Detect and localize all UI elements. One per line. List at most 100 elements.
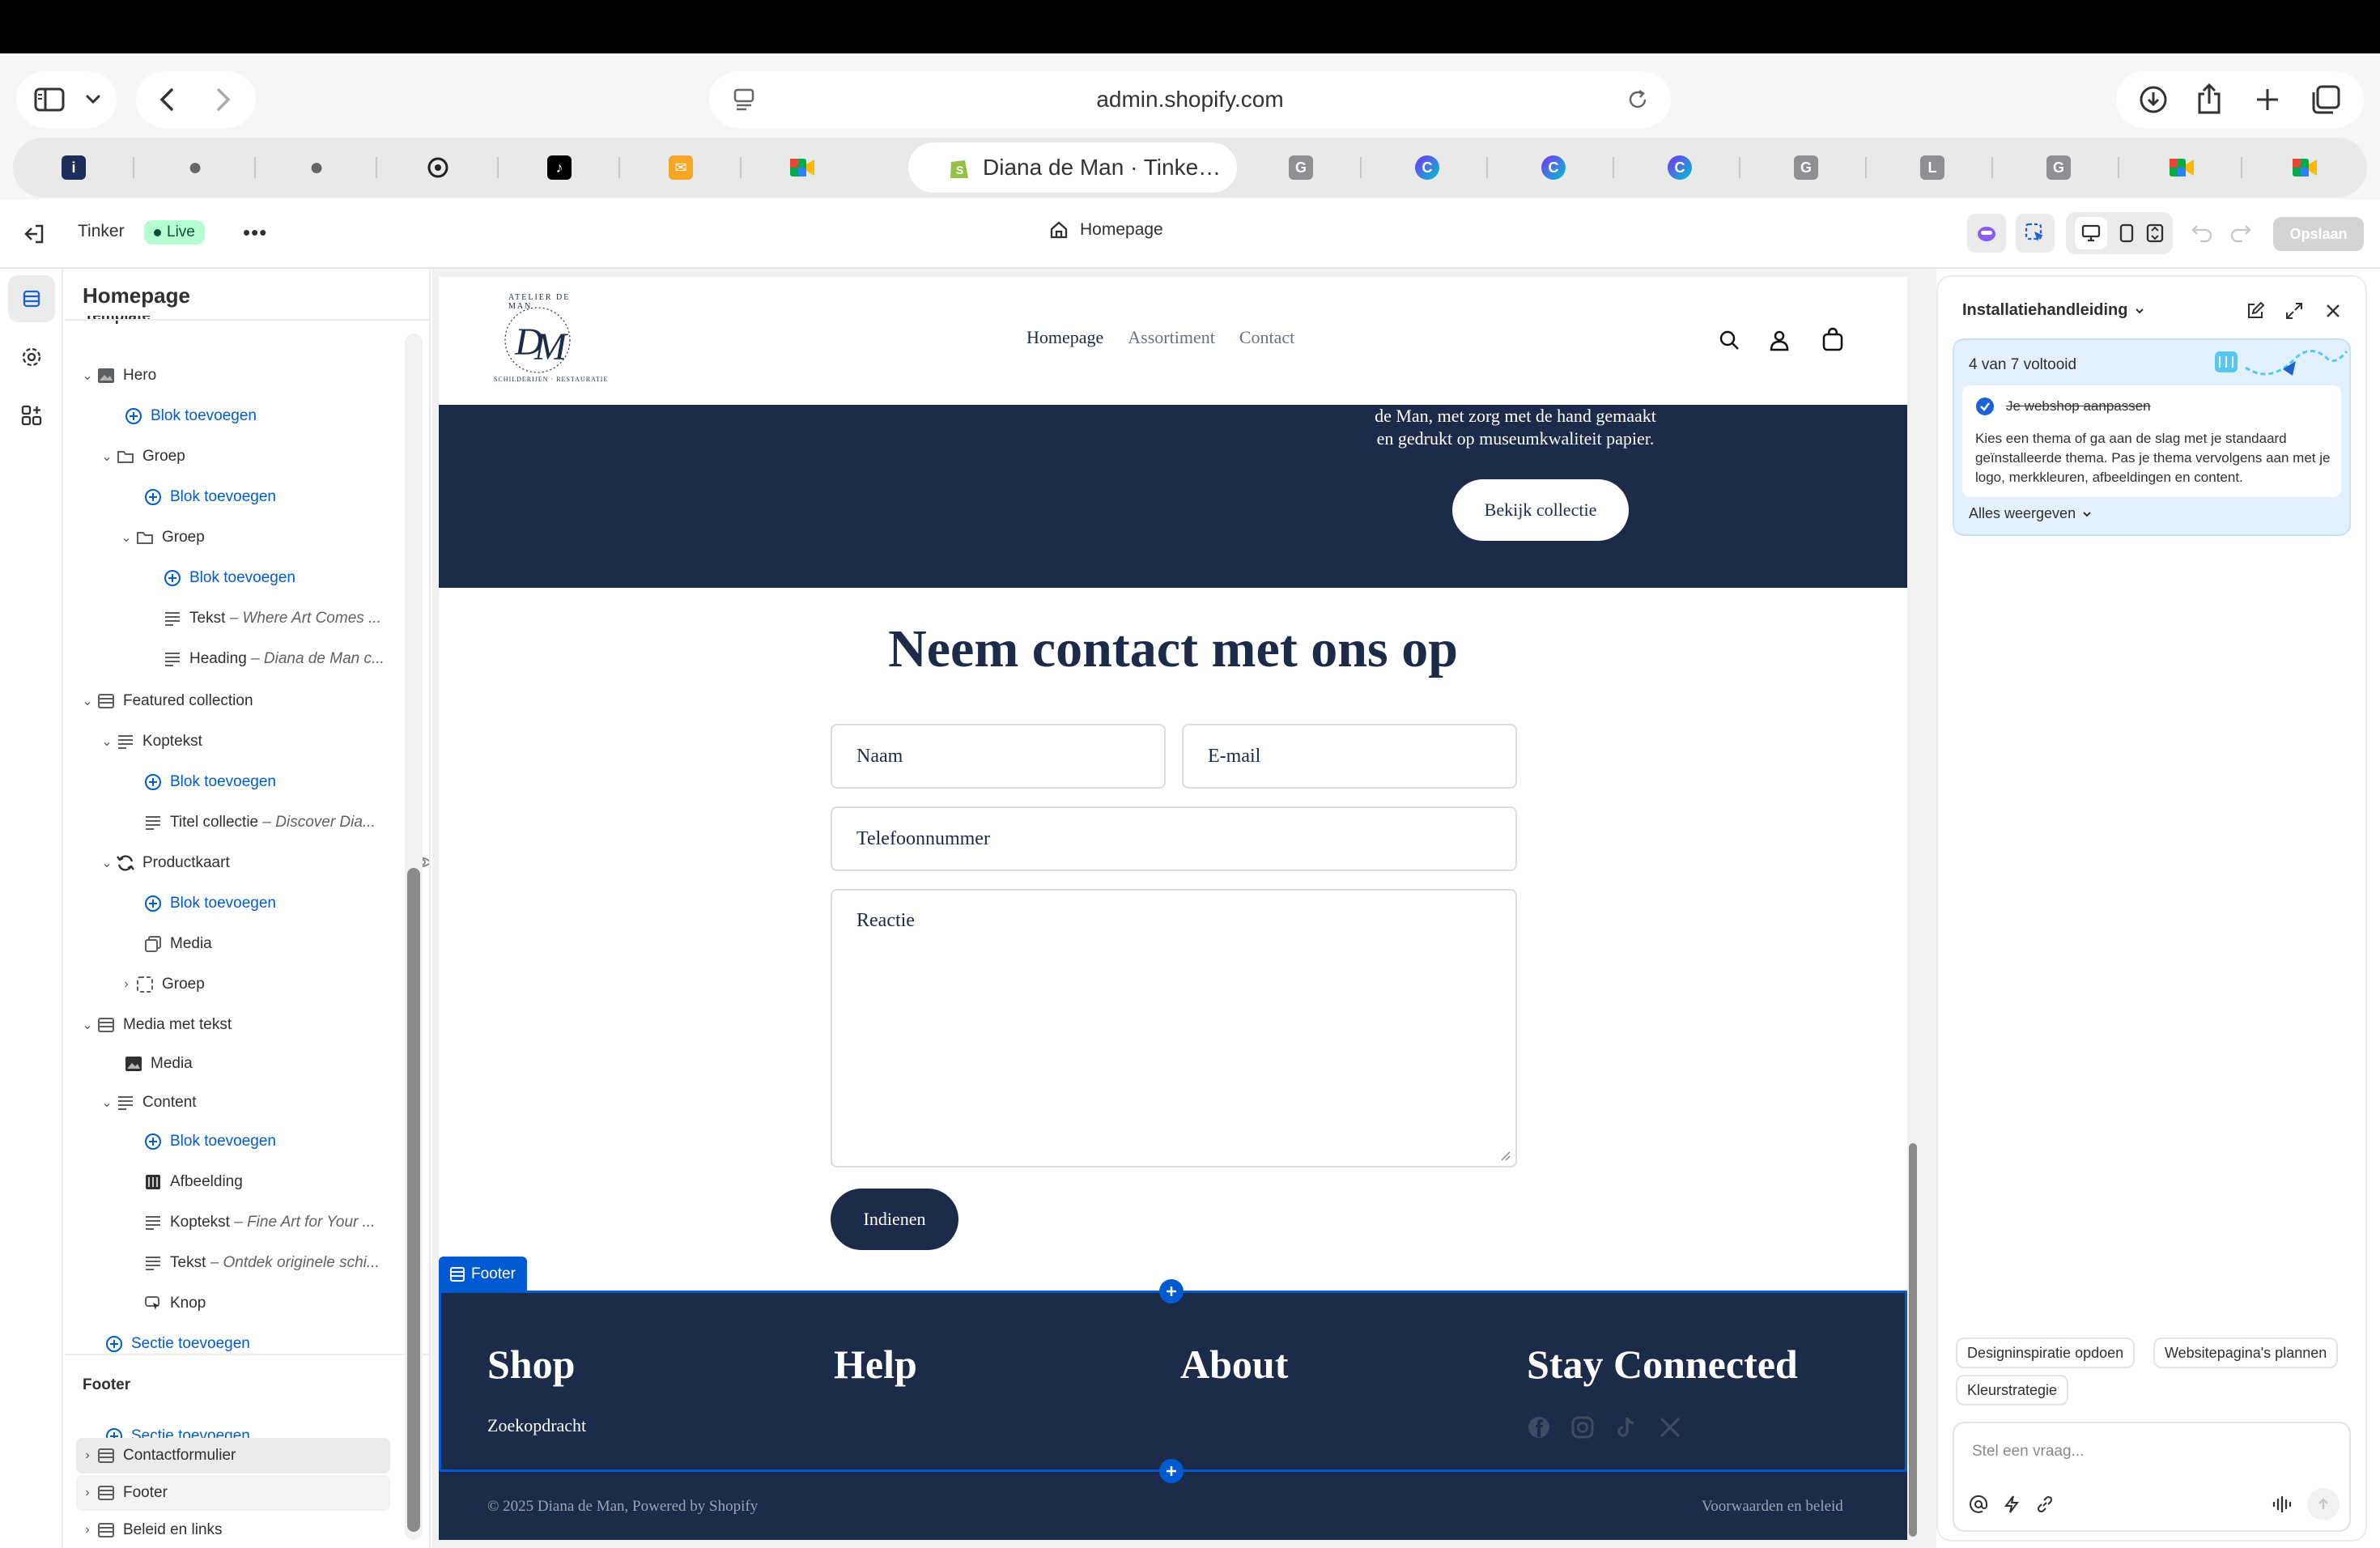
tab-17[interactable] xyxy=(2244,138,2365,198)
active-tab[interactable]: S Diana de Man · Tinke… xyxy=(908,142,1237,193)
tab-1[interactable]: i xyxy=(13,138,134,198)
tab-11[interactable]: C xyxy=(1493,138,1614,198)
expand-icon[interactable] xyxy=(2284,301,2304,321)
sidekick-button[interactable] xyxy=(1967,214,2006,253)
new-tab-icon[interactable] xyxy=(2254,86,2281,113)
guide-task-card[interactable]: Je webshop aanpassen Kies een thema of g… xyxy=(1962,385,2341,497)
account-icon[interactable] xyxy=(1768,329,1791,351)
tab-10[interactable]: C xyxy=(1366,138,1488,198)
tree-add-block[interactable]: Blok toevoegen xyxy=(123,398,429,434)
ask-input-box[interactable]: Stel een vraag... xyxy=(1953,1422,2351,1532)
tree-media[interactable]: Media xyxy=(123,1046,429,1082)
tab-14[interactable]: L xyxy=(1872,138,1993,198)
footer-selection-tag[interactable]: Footer xyxy=(439,1257,527,1292)
tree-group[interactable]: › Groep xyxy=(118,967,429,1002)
add-section-below-button[interactable] xyxy=(1159,1459,1184,1483)
tree-knop[interactable]: Knop xyxy=(142,1286,429,1321)
chevron-right-icon[interactable]: › xyxy=(118,977,134,992)
chevron-down-icon[interactable]: ⌄ xyxy=(99,855,115,871)
page-selector[interactable]: Homepage xyxy=(1049,220,1163,240)
nav-contact[interactable]: Contact xyxy=(1239,327,1294,348)
tree-add-block[interactable]: Blok toevoegen xyxy=(162,560,429,596)
sections-button[interactable] xyxy=(8,275,55,322)
guide-dropdown[interactable]: Installatiehandleiding xyxy=(1962,301,2145,320)
hero-cta-button[interactable]: Bekijk collectie xyxy=(1452,479,1629,541)
chip-design-inspiration[interactable]: Designinspiratie opdoen xyxy=(1956,1337,2136,1368)
theme-name[interactable]: Tinker xyxy=(78,222,125,241)
show-all-link[interactable]: Alles weergeven xyxy=(1969,505,2092,522)
footer-link-search[interactable]: Zoekopdracht xyxy=(487,1415,586,1436)
tab-6[interactable]: ✉ xyxy=(620,138,742,198)
chevron-right-icon[interactable]: › xyxy=(79,1523,96,1537)
tree-scrollbar-track[interactable] xyxy=(405,334,423,1540)
instagram-icon[interactable] xyxy=(1570,1415,1595,1440)
fullwidth-icon[interactable] xyxy=(2146,223,2164,243)
download-icon[interactable] xyxy=(2139,85,2168,114)
chevron-right-icon[interactable]: › xyxy=(79,1486,96,1500)
email-field[interactable]: E-mail xyxy=(1182,724,1517,789)
tab-13[interactable]: G xyxy=(1745,138,1867,198)
page-menu-icon[interactable] xyxy=(732,87,756,112)
chevron-down-icon[interactable]: ⌄ xyxy=(79,1017,96,1033)
policies-link[interactable]: Voorwaarden en beleid xyxy=(1702,1498,1843,1516)
ask-input[interactable]: Stel een vraag... xyxy=(1972,1443,2084,1461)
link-icon[interactable] xyxy=(2035,1495,2055,1514)
tree-content[interactable]: ⌄ Content xyxy=(99,1085,423,1121)
chevron-down-icon[interactable]: ⌄ xyxy=(99,449,115,465)
tab-overview-icon[interactable] xyxy=(2310,84,2341,115)
chevron-down-icon[interactable] xyxy=(84,91,102,108)
tree-add-section[interactable]: Sectie toevoegen xyxy=(104,1326,427,1362)
tree-footer[interactable]: › Footer xyxy=(79,1475,403,1511)
chevron-down-icon[interactable]: ⌄ xyxy=(79,368,96,384)
tree-media-met-tekst[interactable]: ⌄ Media met tekst xyxy=(79,1007,403,1043)
tree-productkaart[interactable]: ⌄ Productkaart xyxy=(99,845,429,881)
tab-4[interactable] xyxy=(377,138,499,198)
chevron-down-icon[interactable]: ⌄ xyxy=(99,734,115,750)
tree-heading[interactable]: Heading – Diana de Man c... xyxy=(162,641,429,677)
submit-button[interactable]: Indienen xyxy=(831,1189,958,1250)
redo-icon[interactable] xyxy=(2229,222,2252,243)
cart-icon[interactable] xyxy=(1821,327,1844,351)
tree-koptekst[interactable]: Koptekst – Fine Art for Your ... xyxy=(142,1205,429,1240)
inspector-button[interactable] xyxy=(2016,214,2055,253)
voice-icon[interactable] xyxy=(2272,1495,2293,1514)
share-icon[interactable] xyxy=(2195,83,2223,115)
tab-16[interactable] xyxy=(2121,138,2242,198)
add-section-above-button[interactable] xyxy=(1159,1279,1184,1303)
tab-2[interactable]: ● xyxy=(134,138,256,198)
reload-icon[interactable] xyxy=(1626,87,1650,112)
mention-icon[interactable] xyxy=(1969,1495,1988,1514)
tree-add-block[interactable]: Blok toevoegen xyxy=(142,886,429,921)
edit-icon[interactable] xyxy=(2246,301,2265,321)
chevron-down-icon[interactable]: ⌄ xyxy=(118,529,134,546)
search-icon[interactable] xyxy=(1718,329,1740,351)
tab-9[interactable]: G xyxy=(1240,138,1362,198)
sidebar-icon[interactable] xyxy=(34,87,65,112)
tree-koptekst[interactable]: ⌄ Koptekst xyxy=(99,724,423,759)
tree-featured-collection[interactable]: ⌄ Featured collection xyxy=(79,683,403,719)
tree-scrollbar-thumb[interactable] xyxy=(407,868,420,1532)
exit-icon[interactable] xyxy=(23,223,45,245)
tree-group[interactable]: ⌄ Groep xyxy=(99,439,423,474)
apps-icon[interactable] xyxy=(21,405,42,426)
save-button[interactable]: Opslaan xyxy=(2273,217,2364,251)
name-field[interactable]: Naam xyxy=(831,724,1166,789)
canvas-scrollbar-thumb[interactable] xyxy=(1909,1143,1917,1537)
tiktok-icon[interactable] xyxy=(1614,1415,1638,1440)
resize-handle-icon[interactable] xyxy=(1499,1150,1511,1161)
chevron-down-icon[interactable]: ⌄ xyxy=(79,693,96,709)
back-icon[interactable] xyxy=(157,87,176,112)
tab-12[interactable]: C xyxy=(1619,138,1740,198)
address-bar[interactable]: admin.shopify.com xyxy=(709,71,1671,128)
send-button[interactable] xyxy=(2307,1488,2340,1520)
tree-afbeelding[interactable]: Afbeelding xyxy=(142,1164,429,1200)
phone-field[interactable]: Telefoonnummer xyxy=(831,806,1517,871)
mobile-icon[interactable] xyxy=(2119,223,2134,243)
x-icon[interactable] xyxy=(1658,1415,1682,1440)
comment-field[interactable]: Reactie xyxy=(831,889,1517,1167)
tree-text[interactable]: Tekst – Where Art Comes ... xyxy=(162,601,429,636)
more-icon[interactable]: ••• xyxy=(243,220,267,245)
tree-titel-collectie[interactable]: Titel collectie – Discover Dia... xyxy=(142,805,429,840)
tree-hero[interactable]: ⌄ Hero xyxy=(79,358,403,393)
facebook-icon[interactable] xyxy=(1527,1415,1551,1440)
